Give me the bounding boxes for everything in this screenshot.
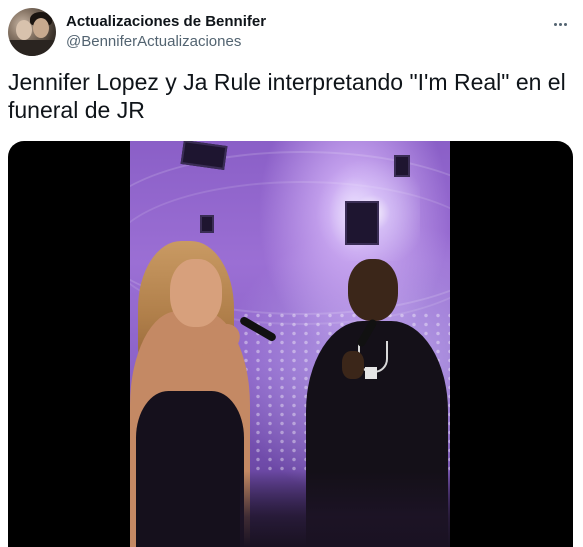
singer-man-hand (342, 351, 364, 379)
avatar-shirt (8, 40, 56, 56)
avatar-face (33, 18, 49, 38)
singer-man-head (348, 259, 398, 321)
tweet-card: Actualizaciones de Bennifer @BenniferAct… (0, 0, 583, 547)
more-options-button[interactable] (548, 12, 572, 32)
author-handle[interactable]: @BenniferActualizaciones (66, 32, 266, 52)
video-still (130, 141, 450, 547)
singer-woman-dress (136, 391, 244, 547)
stage-light-icon (345, 201, 379, 245)
author-avatar[interactable] (8, 8, 56, 56)
singer-woman-face (170, 259, 222, 327)
more-horizontal-icon (553, 13, 568, 31)
author-display-name[interactable]: Actualizaciones de Bennifer (66, 12, 266, 32)
necklace-pendant (365, 367, 377, 379)
author-info: Actualizaciones de Bennifer @BenniferAct… (66, 12, 266, 52)
stage-light-icon (394, 155, 410, 177)
stage-light-icon (200, 215, 214, 233)
crowd (240, 471, 450, 547)
tweet-text: Jennifer Lopez y Ja Rule interpretando "… (8, 69, 566, 123)
tweet-media-video[interactable] (8, 141, 573, 547)
